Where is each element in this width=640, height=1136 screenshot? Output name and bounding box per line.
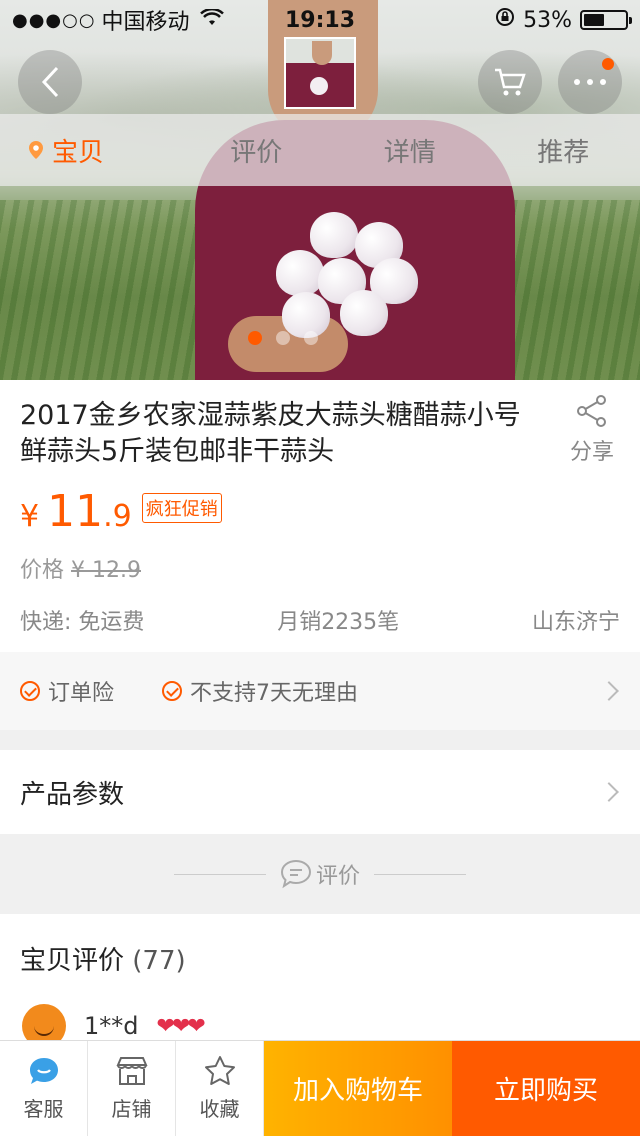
review-divider-label: 评价 bbox=[315, 864, 360, 889]
service-label: 不支持7天无理由 bbox=[190, 681, 359, 706]
shop-label: 店铺 bbox=[111, 1097, 152, 1121]
reviews-count: (77) bbox=[132, 946, 186, 976]
service-label: 订单险 bbox=[48, 681, 115, 706]
tab-item[interactable]: 宝贝 bbox=[0, 114, 180, 186]
pager-dot bbox=[248, 331, 262, 345]
original-price: 价格 ¥ 12.9 bbox=[20, 552, 141, 584]
bottom-action-bar: 客服 店铺 收藏 加入购物车 立即购买 bbox=[0, 1040, 640, 1136]
buy-now-button[interactable]: 立即购买 bbox=[452, 1041, 640, 1136]
shipping-info: 快递: 免运费 bbox=[20, 610, 145, 635]
garlic-bulb bbox=[276, 250, 324, 296]
add-to-cart-button[interactable]: 加入购物车 bbox=[264, 1041, 452, 1136]
service-guarantees[interactable]: 订单险 不支持7天无理由 bbox=[0, 652, 640, 730]
cart-icon bbox=[495, 68, 526, 96]
params-label: 产品参数 bbox=[20, 779, 125, 810]
location-pin-icon bbox=[29, 141, 43, 159]
customer-service-icon bbox=[29, 1058, 58, 1084]
check-icon bbox=[20, 681, 40, 701]
more-button[interactable] bbox=[558, 50, 622, 114]
carrier-name: 中国移动 bbox=[101, 10, 190, 35]
customer-service-button[interactable]: 客服 bbox=[0, 1041, 88, 1136]
original-price-value: ¥ 12.9 bbox=[71, 558, 141, 583]
battery-icon bbox=[580, 10, 632, 30]
product-meta: 快递: 免运费 月销2235笔 山东济宁 bbox=[20, 604, 620, 636]
signal-strength: ●●●○○ bbox=[12, 9, 96, 31]
price-decimal: .9 bbox=[103, 499, 132, 534]
pager-dot bbox=[276, 331, 290, 345]
cart-button[interactable] bbox=[478, 50, 542, 114]
product-title: 2017金乡农家湿蒜紫皮大蒜头糖醋蒜小号鲜蒜头5斤装包邮非干蒜头 bbox=[20, 400, 521, 467]
favorite-label: 收藏 bbox=[199, 1097, 240, 1121]
reviews-title: 宝贝评价 bbox=[20, 946, 125, 976]
thumbnail-garlic bbox=[310, 77, 328, 95]
divider-line bbox=[374, 873, 466, 875]
more-icon bbox=[574, 79, 606, 85]
tab-recommend[interactable]: 推荐 bbox=[487, 114, 640, 186]
share-button[interactable]: 分享 bbox=[558, 394, 626, 466]
customer-service-label: 客服 bbox=[23, 1097, 64, 1121]
monthly-sales: 月销2235笔 bbox=[277, 610, 400, 635]
chevron-right-icon bbox=[599, 782, 619, 802]
gallery-pager bbox=[248, 331, 318, 345]
shop-icon bbox=[115, 1057, 148, 1085]
back-button[interactable] bbox=[18, 50, 82, 114]
share-icon bbox=[577, 395, 606, 427]
product-params-row[interactable]: 产品参数 bbox=[0, 750, 640, 834]
pager-dot bbox=[304, 331, 318, 345]
chevron-right-icon bbox=[599, 681, 619, 701]
product-info: 2017金乡农家湿蒜紫皮大蒜头糖醋蒜小号鲜蒜头5斤装包邮非干蒜头 分享 ¥ 11… bbox=[0, 380, 640, 652]
price: ¥ 11 .9 疯狂促销 bbox=[20, 486, 222, 537]
service-item: 订单险 bbox=[20, 675, 114, 707]
divider-line bbox=[173, 873, 266, 875]
status-bar: ●●●○○ 中国移动 19:13 53% bbox=[0, 0, 640, 40]
garlic-bulb bbox=[340, 290, 388, 336]
service-item: 不支持7天无理由 bbox=[162, 675, 358, 707]
rotation-lock-icon bbox=[495, 7, 515, 33]
seller-thumbnail[interactable] bbox=[284, 37, 356, 109]
original-price-label: 价格 bbox=[20, 558, 65, 583]
back-arrow-icon bbox=[41, 66, 59, 98]
favorite-button[interactable]: 收藏 bbox=[176, 1041, 264, 1136]
check-icon bbox=[162, 681, 183, 701]
battery-fill bbox=[584, 14, 605, 26]
tab-details[interactable]: 详情 bbox=[333, 114, 487, 186]
battery-percent: 53% bbox=[523, 7, 572, 33]
reviews-heading[interactable]: 宝贝评价 (77) bbox=[20, 940, 186, 977]
reviewer-name: 1**d bbox=[84, 1012, 139, 1040]
star-icon bbox=[204, 1056, 235, 1085]
shop-button[interactable]: 店铺 bbox=[88, 1041, 176, 1136]
comment-icon bbox=[280, 859, 311, 889]
currency-symbol: ¥ bbox=[20, 499, 40, 534]
notification-dot bbox=[602, 58, 614, 70]
review-section-divider: 评价 bbox=[0, 834, 640, 914]
wifi-icon bbox=[199, 7, 224, 32]
tab-reviews[interactable]: 评价 bbox=[180, 114, 334, 186]
share-label: 分享 bbox=[569, 440, 614, 465]
ship-from-location: 山东济宁 bbox=[531, 610, 620, 635]
tab-label: 宝贝 bbox=[52, 137, 105, 168]
price-integer: 11 bbox=[47, 486, 104, 537]
garlic-bulb bbox=[310, 212, 358, 258]
thumbnail-head bbox=[312, 41, 332, 65]
reviewer-level-hearts: ❤❤❤ bbox=[156, 1013, 206, 1039]
promo-badge: 疯狂促销 bbox=[141, 492, 222, 523]
section-tabs: 宝贝 评价 详情 推荐 bbox=[0, 114, 640, 186]
